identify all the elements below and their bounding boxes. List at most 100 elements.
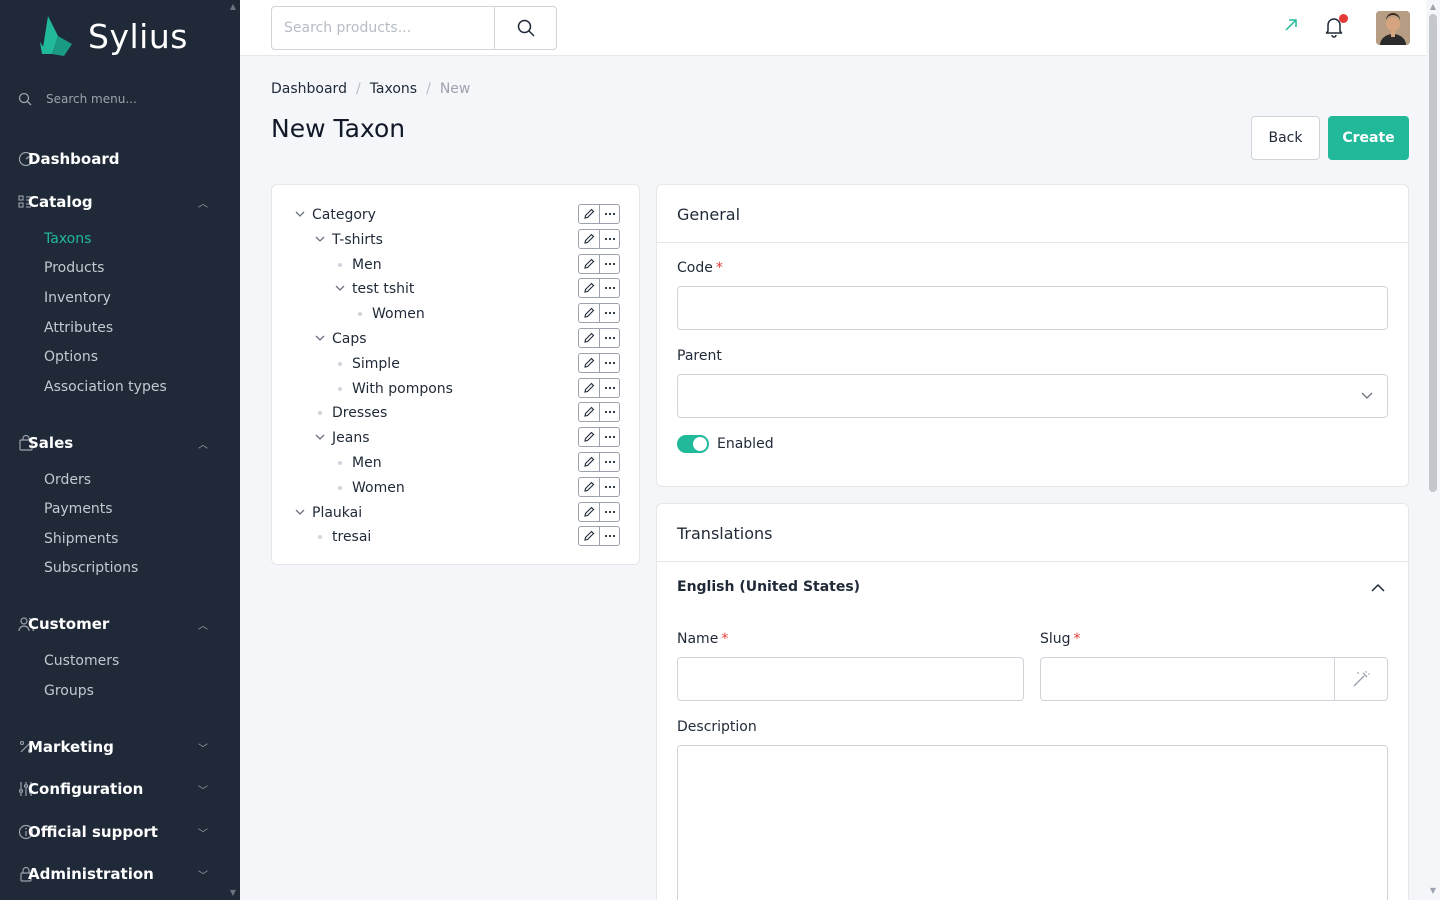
scroll-up-icon[interactable]: ▲ [1428, 2, 1438, 11]
tree-node-label[interactable]: Men [352, 455, 382, 471]
tree-node[interactable]: Simple [272, 352, 641, 377]
more-actions-button[interactable] [599, 428, 619, 447]
more-actions-button[interactable] [599, 329, 619, 347]
sidebar-section-administration[interactable]: Administration ﹀ [18, 865, 218, 883]
sidebar-section-official-support[interactable]: Official support ﹀ [18, 823, 218, 841]
tree-node-label[interactable]: With pompons [352, 381, 453, 397]
product-search-input[interactable] [272, 7, 495, 49]
tree-node[interactable]: test tshit [272, 278, 641, 302]
chevron-down-icon[interactable] [294, 506, 306, 518]
edit-taxon-button[interactable] [579, 428, 599, 446]
sidebar-section-marketing[interactable]: Marketing ﹀ [18, 738, 218, 756]
open-shop-link[interactable] [1284, 18, 1298, 36]
tree-node[interactable]: Caps [272, 328, 641, 352]
tree-node[interactable]: Jeans [272, 427, 641, 451]
edit-taxon-button[interactable] [579, 527, 599, 545]
more-actions-button[interactable] [599, 502, 619, 521]
edit-taxon-button[interactable] [579, 503, 599, 521]
sidebar-item-inventory[interactable]: Inventory [44, 290, 111, 306]
sidebar-item-subscriptions[interactable]: Subscriptions [44, 560, 138, 576]
edit-taxon-button[interactable] [579, 230, 599, 248]
sidebar-item-dashboard[interactable]: Dashboard [18, 150, 218, 168]
tree-node-label[interactable]: Plaukai [312, 505, 362, 521]
chevron-down-icon[interactable] [334, 282, 346, 294]
sidebar-item-association-types[interactable]: Association types [44, 379, 167, 395]
tree-node-label[interactable]: Jeans [332, 430, 370, 446]
edit-taxon-button[interactable] [579, 379, 599, 397]
generate-slug-button[interactable] [1334, 658, 1387, 700]
more-actions-button[interactable] [599, 304, 619, 323]
tree-node-label[interactable]: tresai [332, 529, 371, 545]
tree-node-label[interactable]: Women [372, 306, 425, 322]
tree-node-label[interactable]: test tshit [352, 281, 414, 297]
edit-taxon-button[interactable] [579, 354, 599, 372]
breadcrumb-taxons[interactable]: Taxons [370, 81, 417, 97]
more-actions-button[interactable] [599, 205, 619, 223]
tree-node[interactable]: T-shirts [272, 228, 641, 253]
page-scrollbar[interactable]: ▲ ▼ [1426, 0, 1440, 900]
sidebar-scrollbar[interactable]: ▲ ▼ [228, 0, 238, 900]
more-actions-button[interactable] [599, 527, 619, 546]
name-input[interactable] [678, 658, 1023, 700]
tree-node[interactable]: Category [272, 204, 641, 228]
breadcrumb-dashboard[interactable]: Dashboard [271, 81, 347, 97]
chevron-down-icon[interactable] [294, 208, 306, 220]
edit-taxon-button[interactable] [579, 255, 599, 273]
sidebar-item-payments[interactable]: Payments [44, 501, 113, 517]
parent-select[interactable] [677, 374, 1388, 418]
tree-node-label[interactable]: T-shirts [332, 232, 383, 248]
slug-input[interactable] [1041, 658, 1335, 700]
tree-node[interactable]: Men [272, 253, 641, 278]
more-actions-button[interactable] [599, 254, 619, 273]
chevron-down-icon[interactable] [314, 332, 326, 344]
more-actions-button[interactable] [599, 279, 619, 298]
sidebar-item-attributes[interactable]: Attributes [44, 320, 113, 336]
create-button[interactable]: Create [1328, 116, 1409, 160]
edit-taxon-button[interactable] [579, 478, 599, 496]
more-actions-button[interactable] [599, 403, 619, 422]
more-actions-button[interactable] [599, 229, 619, 248]
chevron-down-icon[interactable] [314, 431, 326, 443]
scrollbar-thumb[interactable] [1429, 14, 1437, 492]
locale-accordion-header[interactable]: English (United States) [657, 562, 1408, 612]
tree-node[interactable]: tresai [272, 526, 641, 550]
edit-taxon-button[interactable] [579, 453, 599, 471]
tree-node-label[interactable]: Caps [332, 331, 367, 347]
tree-node-label[interactable]: Women [352, 480, 405, 496]
menu-search[interactable]: Search menu... [18, 92, 137, 106]
code-input[interactable] [678, 287, 1387, 329]
more-actions-button[interactable] [599, 378, 619, 397]
sidebar-item-groups[interactable]: Groups [44, 683, 94, 699]
edit-taxon-button[interactable] [579, 205, 599, 223]
tree-node[interactable]: Women [272, 303, 641, 327]
search-button[interactable] [494, 7, 556, 49]
scroll-down-icon[interactable]: ▼ [1428, 886, 1438, 895]
sidebar-item-orders[interactable]: Orders [44, 472, 91, 488]
edit-taxon-button[interactable] [579, 279, 599, 297]
sidebar-section-configuration[interactable]: Configuration ﹀ [18, 780, 218, 798]
notifications-button[interactable] [1324, 14, 1348, 42]
tree-node[interactable]: Men [272, 452, 641, 476]
description-textarea[interactable] [678, 746, 1387, 900]
chevron-down-icon[interactable] [314, 233, 326, 245]
edit-taxon-button[interactable] [579, 403, 599, 421]
more-actions-button[interactable] [599, 477, 619, 496]
tree-node-label[interactable]: Simple [352, 356, 400, 372]
avatar[interactable] [1376, 11, 1410, 45]
scroll-down-icon[interactable]: ▼ [228, 888, 238, 898]
enabled-toggle[interactable] [677, 435, 709, 453]
tree-node-label[interactable]: Category [312, 207, 376, 223]
sidebar-section-catalog[interactable]: Catalog ︿ [18, 193, 218, 211]
edit-taxon-button[interactable] [579, 304, 599, 322]
scroll-up-icon[interactable]: ▲ [228, 2, 238, 12]
tree-node[interactable]: With pompons [272, 377, 641, 402]
sidebar-section-customer[interactable]: Customer ︿ [18, 615, 218, 633]
tree-node[interactable]: Women [272, 476, 641, 501]
tree-node[interactable]: Dresses [272, 402, 641, 426]
tree-node-label[interactable]: Men [352, 257, 382, 273]
edit-taxon-button[interactable] [579, 329, 599, 347]
back-button[interactable]: Back [1251, 116, 1320, 160]
sidebar-item-shipments[interactable]: Shipments [44, 531, 118, 547]
sylius-logo[interactable]: Sylius [38, 14, 188, 58]
sidebar-item-customers[interactable]: Customers [44, 653, 119, 669]
